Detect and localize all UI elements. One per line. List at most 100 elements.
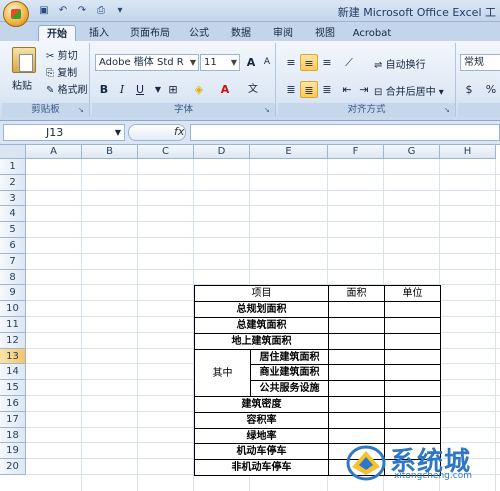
decrease-indent-icon[interactable]: ⇤ [338, 81, 356, 98]
name-box[interactable]: J13 ▼ [3, 124, 125, 141]
tab-acrobat[interactable]: Acrobat [350, 25, 394, 42]
tab-view[interactable]: 视图 [310, 25, 340, 42]
table-group-label[interactable]: 其中 [194, 348, 251, 397]
tab-data[interactable]: 数据 [226, 25, 256, 42]
tab-insert[interactable]: 插入 [82, 25, 116, 42]
column-header-e[interactable]: E [250, 145, 328, 159]
percent-button[interactable]: % [482, 81, 500, 98]
row-header-13[interactable]: 13 [0, 348, 26, 365]
table-row-unit[interactable] [384, 332, 441, 350]
table-row-item[interactable]: 地上建筑面积 [194, 332, 329, 350]
table-row-area[interactable] [328, 332, 385, 350]
column-header-f[interactable]: F [328, 145, 384, 159]
table-row-unit[interactable] [384, 317, 441, 334]
tab-review[interactable]: 审阅 [268, 25, 298, 42]
italic-button[interactable]: I [113, 81, 131, 98]
table-row-area[interactable] [328, 348, 385, 366]
align-center-icon[interactable]: ≣ [300, 81, 318, 98]
undo-icon[interactable]: ↶ [55, 3, 71, 18]
wrap-text-button[interactable]: ⇌ 自动换行 [374, 56, 426, 71]
table-row-area[interactable] [328, 301, 385, 318]
font-launcher-icon[interactable]: ↘ [264, 106, 273, 115]
table-row-area[interactable] [328, 396, 385, 413]
shrink-font-button[interactable]: A [258, 54, 276, 71]
row-header-5[interactable]: 5 [0, 222, 26, 238]
row-header-10[interactable]: 10 [0, 301, 26, 317]
row-header-8[interactable]: 8 [0, 269, 26, 286]
merge-center-button[interactable]: ⊟ 合并后居中 ▾ [374, 83, 444, 98]
table-row-area[interactable] [328, 380, 385, 397]
table-row-unit[interactable] [384, 348, 441, 366]
table-row-item[interactable]: 公共服务设施 [250, 380, 329, 397]
table-header-area[interactable]: 面积 [328, 285, 385, 303]
row-header-12[interactable]: 12 [0, 332, 26, 349]
row-header-2[interactable]: 2 [0, 174, 26, 191]
bold-button[interactable]: B [95, 81, 113, 98]
row-header-11[interactable]: 11 [0, 317, 26, 333]
borders-icon[interactable]: ⊞ [164, 81, 182, 98]
table-row-item[interactable]: 总建筑面积 [194, 317, 329, 334]
table-row-item[interactable]: 非机动车停车 [194, 459, 329, 476]
row-header-7[interactable]: 7 [0, 253, 26, 270]
number-format-select[interactable]: 常规 [460, 54, 500, 71]
align-left-icon[interactable]: ≣ [282, 81, 300, 98]
paste-icon[interactable] [12, 47, 36, 73]
table-row-area[interactable] [328, 364, 385, 382]
column-header-g[interactable]: G [384, 145, 440, 159]
align-right-icon[interactable]: ≣ [318, 81, 336, 98]
table-row-item[interactable]: 绿地率 [194, 427, 329, 445]
table-row-item[interactable]: 居住建筑面积 [250, 348, 329, 366]
row-header-1[interactable]: 1 [0, 159, 26, 175]
office-button[interactable] [3, 1, 29, 27]
copy-button[interactable]: ⎘ 复制 [46, 64, 77, 79]
table-row-item[interactable]: 商业建筑面积 [250, 364, 329, 382]
tab-formulas[interactable]: 公式 [184, 25, 214, 42]
row-header-9[interactable]: 9 [0, 285, 26, 302]
tab-home[interactable]: 开始 [38, 25, 76, 42]
font-size-select[interactable]: 11 ▼ [200, 54, 240, 71]
row-header-14[interactable]: 14 [0, 364, 26, 381]
insert-function-button[interactable]: fx [174, 125, 184, 138]
table-header-unit[interactable]: 单位 [384, 285, 441, 303]
save-icon[interactable]: ▣ [36, 3, 52, 18]
column-header-a[interactable]: A [26, 145, 82, 159]
row-header-3[interactable]: 3 [0, 190, 26, 207]
customize-qat-icon[interactable]: ▾ [112, 3, 128, 18]
fill-color-icon[interactable]: ◈ [190, 81, 208, 98]
table-row-item[interactable]: 建筑密度 [194, 396, 329, 413]
table-row-unit[interactable] [384, 411, 441, 429]
row-header-20[interactable]: 20 [0, 459, 26, 475]
print-preview-icon[interactable]: ⎙ [93, 3, 109, 18]
alignment-launcher-icon[interactable]: ↘ [444, 106, 453, 115]
row-header-17[interactable]: 17 [0, 411, 26, 428]
underline-button[interactable]: U [131, 81, 149, 98]
table-row-item[interactable]: 容积率 [194, 411, 329, 429]
align-top-icon[interactable]: ≡ [282, 54, 300, 71]
tab-page-layout[interactable]: 页面布局 [126, 25, 174, 42]
column-header-c[interactable]: C [138, 145, 194, 159]
currency-icon[interactable]: $ [460, 81, 478, 98]
select-all-corner[interactable] [0, 145, 26, 159]
phonetic-guide-button[interactable]: 文 [244, 81, 262, 98]
row-header-19[interactable]: 19 [0, 443, 26, 460]
align-middle-icon[interactable]: ≡ [300, 54, 318, 71]
row-header-4[interactable]: 4 [0, 206, 26, 223]
row-header-6[interactable]: 6 [0, 238, 26, 254]
table-header-item[interactable]: 项目 [194, 285, 329, 303]
table-row-unit[interactable] [384, 396, 441, 413]
table-row-area[interactable] [328, 411, 385, 429]
column-header-h[interactable]: H [440, 145, 496, 159]
font-color-icon[interactable]: A [216, 81, 234, 98]
increase-indent-icon[interactable]: ⇥ [355, 81, 373, 98]
clipboard-launcher-icon[interactable]: ↘ [78, 106, 87, 115]
orientation-icon[interactable]: ⟋ [340, 54, 358, 71]
row-header-15[interactable]: 15 [0, 380, 26, 396]
table-row-item[interactable]: 机动车停车 [194, 443, 329, 461]
row-header-18[interactable]: 18 [0, 427, 26, 444]
table-row-unit[interactable] [384, 380, 441, 397]
table-row-area[interactable] [328, 317, 385, 334]
table-row-item[interactable]: 总规划面积 [194, 301, 329, 318]
column-header-b[interactable]: B [82, 145, 138, 159]
align-bottom-icon[interactable]: ≡ [318, 54, 336, 71]
column-header-d[interactable]: D [194, 145, 250, 159]
